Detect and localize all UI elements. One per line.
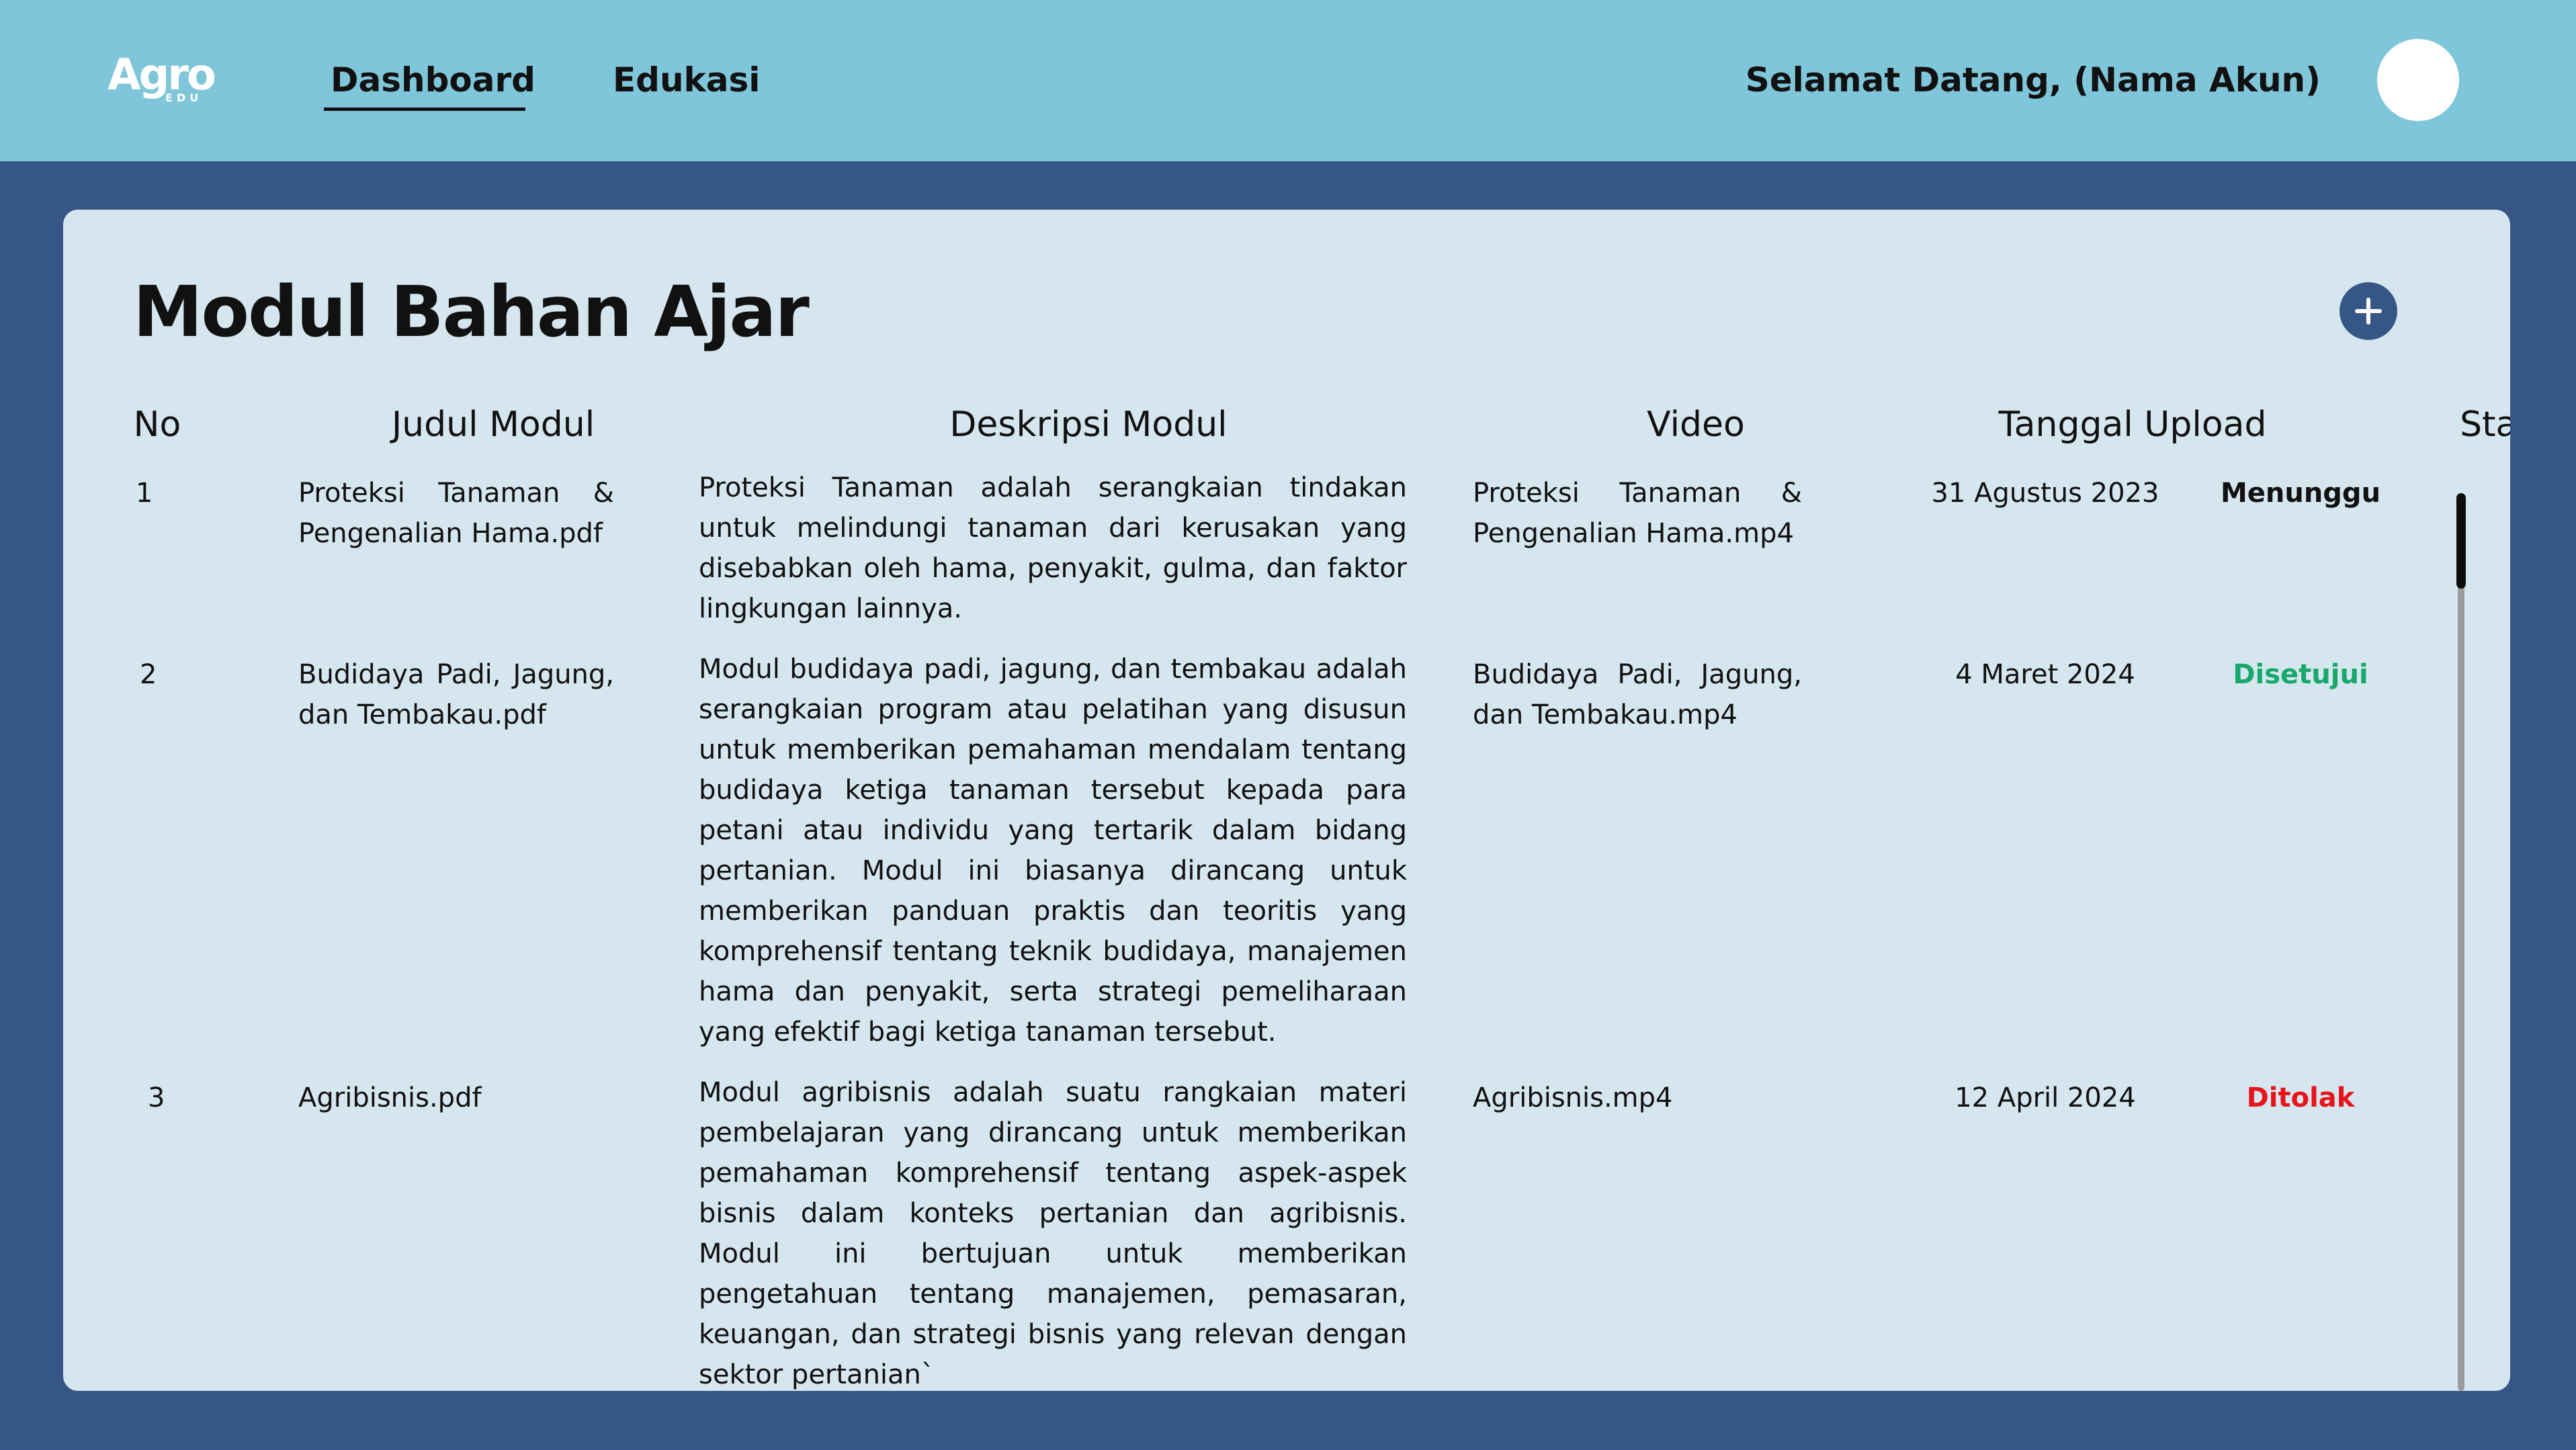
row-1-video[interactable]: Proteksi Tanaman & Pengenalian Hama.mp4 [1473,473,1802,554]
row-3-status-badge: Ditolak [2246,1082,2355,1113]
row-2-no: 2 [140,659,157,690]
row-1-deskripsi: Proteksi Tanaman adalah serangkaian tind… [699,472,1407,624]
module-card: Modul Bahan Ajar No Judul Modul Deskrips… [63,210,2510,1391]
column-header-judul: Judul Modul [391,404,595,445]
page-title: Modul Bahan Ajar [133,271,810,353]
row-3-video[interactable]: Agribisnis.mp4 [1473,1078,1802,1118]
top-navigation-bar: Agro EDU Dashboard Edukasi Selamat Datan… [0,0,2576,161]
row-3-deskripsi: Modul agribisnis adalah suatu rangkaian … [699,1077,1407,1390]
column-header-deskripsi: Deskripsi Modul [949,404,1228,445]
user-avatar[interactable] [2377,39,2459,121]
row-2-judul[interactable]: Budidaya Padi, Jagung, dan Tembakau.pdf [298,654,614,735]
scrollbar-track[interactable] [2458,493,2464,1391]
column-header-no: No [133,404,181,445]
row-2-deskripsi: Modul budidaya padi, jagung, dan tembaka… [699,654,1407,1048]
add-module-button[interactable] [2339,282,2397,340]
nav-edukasi[interactable]: Edukasi [613,56,760,103]
row-1-judul[interactable]: Proteksi Tanaman & Pengenalian Hama.pdf [298,473,614,554]
row-1-no: 1 [136,478,153,509]
active-nav-underline [324,108,525,111]
nav-dashboard[interactable]: Dashboard [331,56,535,103]
row-3-judul[interactable]: Agribisnis.pdf [298,1078,614,1118]
logo-subtext: EDU [165,91,203,104]
agro-edu-logo[interactable]: Agro EDU [108,48,216,109]
row-1-status-badge: Menunggu [2220,478,2381,509]
plus-icon [2355,298,2382,325]
row-3-no: 3 [148,1082,165,1113]
scrollbar-thumb[interactable] [2456,493,2466,589]
column-header-status: Status [2460,404,2510,445]
welcome-greeting: Selamat Datang, (Nama Akun) [1745,60,2321,99]
row-2-status-badge: Disetujui [2233,659,2368,690]
row-2-video[interactable]: Budidaya Padi, Jagung, dan Tembakau.mp4 [1473,654,1802,735]
